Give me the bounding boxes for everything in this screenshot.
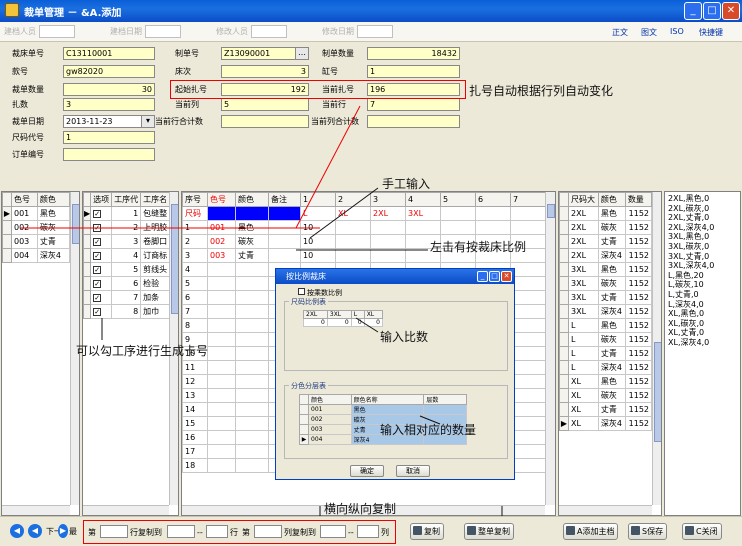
close-button[interactable]: C关闭 xyxy=(682,523,722,540)
row-to-start-input[interactable] xyxy=(167,525,195,538)
arrow-line xyxy=(419,415,441,425)
arrow-line xyxy=(355,317,379,333)
arrow-line xyxy=(295,105,361,229)
arrow-line xyxy=(309,187,379,239)
whole-copy-icon xyxy=(467,526,476,535)
copy-button[interactable]: 复制 xyxy=(410,523,444,540)
copy-icon xyxy=(413,526,422,535)
row-to-end-input[interactable] xyxy=(206,525,228,538)
add-icon xyxy=(566,526,575,535)
whole-copy-button[interactable]: 整单复制 xyxy=(464,523,514,540)
row-from-input[interactable] xyxy=(100,525,128,538)
annotation-lines xyxy=(20,105,503,516)
add-main-button[interactable]: A添加主档 xyxy=(563,523,619,540)
close-icon xyxy=(685,526,694,535)
next-record-icon[interactable]: ▶ xyxy=(58,524,68,538)
col-to-start-input[interactable] xyxy=(320,525,346,538)
bottom-bar: ◀ ◀ 下一 ▶ 最 第 行复制到 -- 行 第 列复制到 -- 列 复制 整单… xyxy=(0,516,742,546)
save-button[interactable]: S保存 xyxy=(628,523,668,540)
col-from-input[interactable] xyxy=(254,525,282,538)
col-to-end-input[interactable] xyxy=(357,525,379,538)
first-record-icon[interactable]: ◀ xyxy=(10,524,24,538)
prev-record-icon[interactable]: ◀ xyxy=(28,524,42,538)
save-icon xyxy=(631,526,640,535)
last-record-label[interactable]: 最 xyxy=(69,526,77,537)
